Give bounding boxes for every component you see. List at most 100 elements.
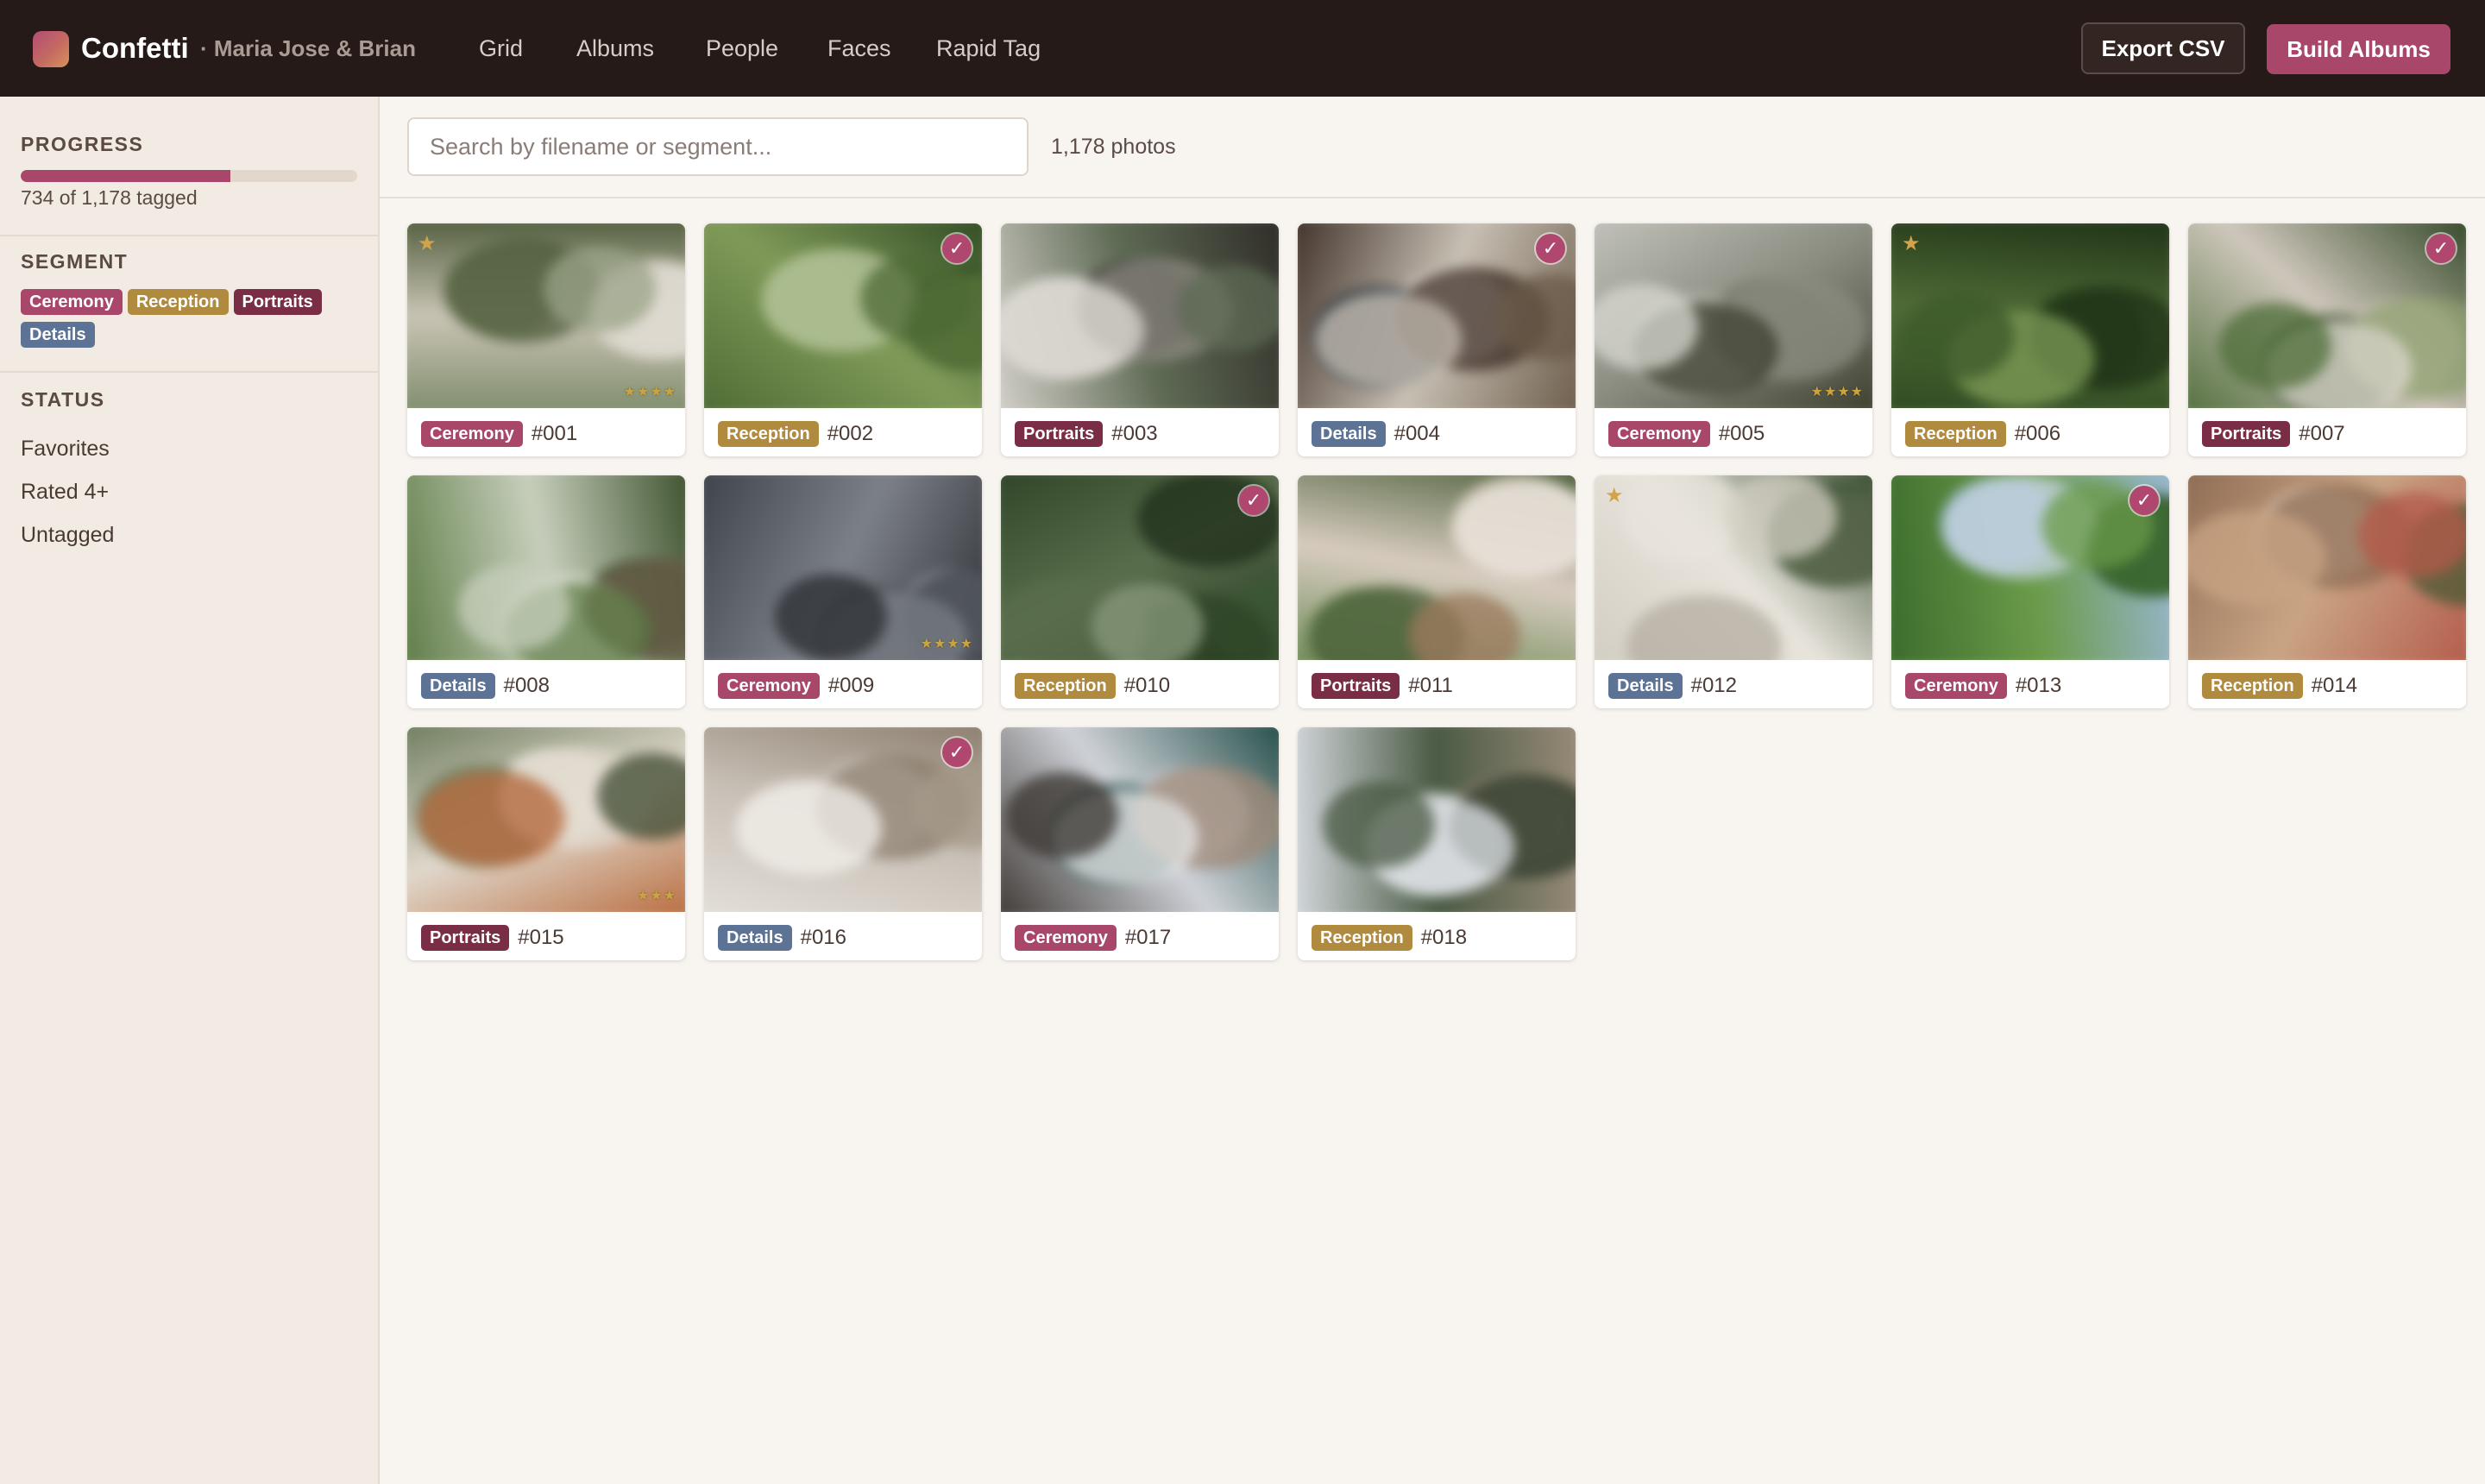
progress-section: PROGRESS bbox=[0, 133, 378, 156]
photo-card[interactable]: ★ Reception #006 bbox=[1891, 223, 2169, 456]
rating-stars-icon: ★★★★ bbox=[920, 637, 973, 651]
segment-chip-reception[interactable]: Reception bbox=[127, 289, 229, 315]
photo-card-footer: Details #004 bbox=[1312, 420, 1440, 448]
photo-card[interactable]: ✓ Reception #002 bbox=[704, 223, 982, 456]
photo-thumbnail: ✓ bbox=[2188, 223, 2466, 408]
nav-grid[interactable]: Grid bbox=[455, 23, 547, 73]
photo-card[interactable]: ✓ Details #004 bbox=[1298, 223, 1576, 456]
photo-card[interactable]: ★★★★ Ceremony #005 bbox=[1595, 223, 1872, 456]
nav-rapid-tag[interactable]: Rapid Tag bbox=[912, 23, 1065, 73]
segment-tag[interactable]: Details bbox=[421, 673, 495, 699]
status-untagged[interactable]: Untagged bbox=[21, 523, 114, 548]
segment-tag[interactable]: Reception bbox=[1015, 673, 1116, 699]
selected-check-icon[interactable]: ✓ bbox=[942, 234, 972, 263]
photo-card-footer: Ceremony #005 bbox=[1608, 420, 1765, 448]
photo-card[interactable]: Portraits #003 bbox=[1001, 223, 1279, 456]
photo-thumbnail bbox=[407, 475, 685, 660]
rating-stars-icon: ★★★ bbox=[636, 889, 676, 903]
export-csv-button[interactable]: Export CSV bbox=[2081, 22, 2245, 74]
progress-text: 734 of 1,178 tagged bbox=[21, 186, 198, 209]
photo-number: #009 bbox=[827, 674, 875, 697]
nav-people[interactable]: People bbox=[682, 23, 802, 73]
nav-albums[interactable]: Albums bbox=[552, 23, 678, 73]
photo-thumbnail: ★★★★ bbox=[1595, 223, 1872, 408]
photo-card-footer: Ceremony #009 bbox=[718, 672, 874, 700]
segment-tag[interactable]: Details bbox=[718, 925, 792, 951]
segment-tag[interactable]: Ceremony bbox=[1015, 925, 1117, 951]
segment-tag[interactable]: Ceremony bbox=[421, 421, 523, 447]
segment-tag[interactable]: Ceremony bbox=[718, 673, 820, 699]
segment-section: SEGMENT Ceremony Reception Portraits Detail… bbox=[0, 250, 378, 355]
segment-tag[interactable]: Ceremony bbox=[1608, 421, 1710, 447]
photo-card[interactable]: ✓ Ceremony #013 bbox=[1891, 475, 2169, 708]
photo-card-footer: Portraits #007 bbox=[2202, 420, 2345, 448]
photo-thumbnail: ✓ bbox=[1891, 475, 2169, 660]
photo-card-footer: Portraits #015 bbox=[421, 924, 564, 952]
photo-thumbnail: ★ ★★★★ bbox=[407, 223, 685, 408]
segment-chip-details[interactable]: Details bbox=[21, 322, 95, 348]
segment-tag[interactable]: Details bbox=[1608, 673, 1683, 699]
segment-tag[interactable]: Portraits bbox=[1312, 673, 1400, 699]
photo-number: #015 bbox=[518, 926, 564, 949]
photo-card[interactable]: ★★★ Portraits #015 bbox=[407, 727, 685, 960]
photo-card-footer: Reception #006 bbox=[1905, 420, 2060, 448]
segment-tag[interactable]: Reception bbox=[1905, 421, 2006, 447]
sidebar-divider bbox=[0, 371, 378, 373]
sidebar: PROGRESS 734 of 1,178 tagged SEGMENT Cer… bbox=[0, 97, 380, 1484]
segment-tag[interactable]: Portraits bbox=[2202, 421, 2291, 447]
photo-card[interactable]: Details #008 bbox=[407, 475, 685, 708]
photo-card-footer: Details #012 bbox=[1608, 672, 1737, 700]
photo-number: #003 bbox=[1111, 422, 1158, 445]
photo-card-footer: Details #008 bbox=[421, 672, 550, 700]
photo-thumbnail: ★★★ bbox=[407, 727, 685, 912]
photo-card[interactable]: Portraits #011 bbox=[1298, 475, 1576, 708]
selected-check-icon[interactable]: ✓ bbox=[942, 738, 972, 767]
nav-faces[interactable]: Faces bbox=[803, 23, 915, 73]
photo-number: #004 bbox=[1393, 422, 1440, 445]
photo-thumbnail: ★ bbox=[1595, 475, 1872, 660]
status-favorites[interactable]: Favorites bbox=[21, 437, 110, 462]
segment-tag[interactable]: Reception bbox=[718, 421, 819, 447]
photo-card[interactable]: ✓ Details #016 bbox=[704, 727, 982, 960]
segment-chip-portraits[interactable]: Portraits bbox=[233, 289, 322, 315]
segment-chip-ceremony[interactable]: Ceremony bbox=[21, 289, 123, 315]
photo-number: #010 bbox=[1123, 674, 1171, 697]
favorite-star-icon[interactable]: ★ bbox=[1902, 234, 1921, 255]
photo-number: #001 bbox=[531, 422, 578, 445]
selected-check-icon[interactable]: ✓ bbox=[2130, 486, 2159, 515]
search-input[interactable] bbox=[407, 117, 1029, 176]
photo-number: #006 bbox=[2014, 422, 2061, 445]
photo-card-footer: Ceremony #001 bbox=[421, 420, 577, 448]
selected-check-icon[interactable]: ✓ bbox=[1536, 234, 1565, 263]
photo-card-footer: Ceremony #013 bbox=[1905, 672, 2061, 700]
toolbar-divider bbox=[380, 197, 2485, 198]
status-rated-4-plus[interactable]: Rated 4+ bbox=[21, 480, 109, 505]
top-bar: Confetti · Maria Jose & Brian Grid Album… bbox=[0, 0, 2485, 97]
photo-card-footer: Details #016 bbox=[718, 924, 846, 952]
photo-card-footer: Reception #010 bbox=[1015, 672, 1170, 700]
segment-tag[interactable]: Reception bbox=[1312, 925, 1412, 951]
photo-card-footer: Reception #018 bbox=[1312, 924, 1467, 952]
photo-card[interactable]: ★ Details #012 bbox=[1595, 475, 1872, 708]
photo-card[interactable]: ★★★★ Ceremony #009 bbox=[704, 475, 982, 708]
main-content: 1,178 photos ★★★★★Ceremony#001✓Reception… bbox=[380, 97, 2485, 1484]
photo-card[interactable]: ✓ Portraits #007 bbox=[2188, 223, 2466, 456]
segment-tag[interactable]: Portraits bbox=[421, 925, 510, 951]
selected-check-icon[interactable]: ✓ bbox=[2426, 234, 2456, 263]
photo-thumbnail bbox=[1298, 727, 1576, 912]
photo-card[interactable]: Reception #014 bbox=[2188, 475, 2466, 708]
build-albums-button[interactable]: Build Albums bbox=[2267, 24, 2450, 74]
photo-card[interactable]: ✓ Reception #010 bbox=[1001, 475, 1279, 708]
segment-tag[interactable]: Portraits bbox=[1015, 421, 1104, 447]
favorite-star-icon[interactable]: ★ bbox=[1605, 486, 1624, 506]
segment-tag[interactable]: Details bbox=[1312, 421, 1386, 447]
photo-number: #016 bbox=[800, 926, 846, 949]
photo-card[interactable]: Ceremony #017 bbox=[1001, 727, 1279, 960]
photo-card[interactable]: ★ ★★★★ Ceremony #001 bbox=[407, 223, 685, 456]
segment-heading: SEGMENT bbox=[21, 250, 129, 273]
segment-tag[interactable]: Ceremony bbox=[1905, 673, 2007, 699]
segment-tag[interactable]: Reception bbox=[2202, 673, 2303, 699]
selected-check-icon[interactable]: ✓ bbox=[1239, 486, 1268, 515]
photo-card[interactable]: Reception #018 bbox=[1298, 727, 1576, 960]
favorite-star-icon[interactable]: ★ bbox=[418, 234, 437, 255]
